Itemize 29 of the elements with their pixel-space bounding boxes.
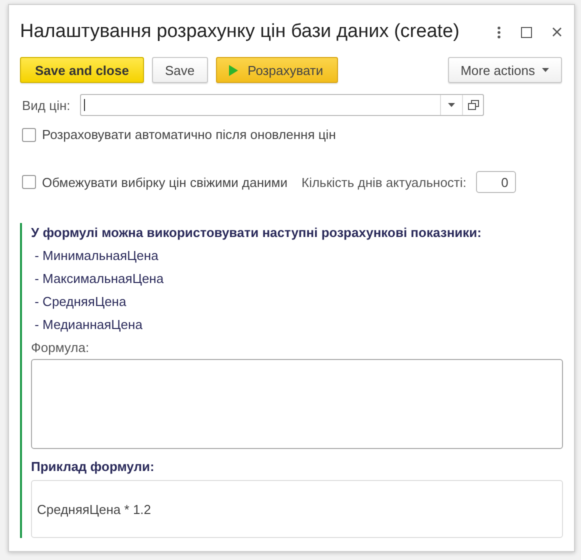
days-field[interactable]: 0	[476, 171, 516, 193]
checkbox[interactable]	[22, 128, 36, 142]
indicator-item: - МедианнаяЦена	[34, 317, 144, 332]
field-label: Вид цін:	[22, 98, 70, 112]
maximize-icon[interactable]	[521, 26, 532, 38]
close-icon[interactable]	[552, 27, 562, 37]
toolbar-button[interactable]: Save and close	[20, 57, 144, 83]
more-actions-button[interactable]: More actions	[448, 57, 562, 83]
section-heading: У формулі можна використовувати наступні розрахункові показники:	[31, 225, 482, 240]
toolbar-button[interactable]: Розрахувати	[216, 57, 338, 83]
indicator-item: - СредняяЦена	[34, 294, 128, 309]
price-type-field[interactable]	[80, 94, 484, 116]
open-form-icon[interactable]	[468, 100, 479, 110]
indicator-item: - МаксимальнаяЦена	[34, 271, 165, 286]
example-formula: СредняяЦена * 1.2	[31, 480, 563, 538]
indicator-item: - МинимальнаяЦена	[34, 248, 160, 263]
play-icon	[228, 64, 238, 76]
field-label: Кількість днів актуальності:	[302, 174, 466, 190]
formula-field[interactable]	[31, 359, 563, 449]
section-heading: Приклад формули:	[31, 459, 156, 474]
toolbar-button[interactable]: Save	[152, 57, 208, 83]
caret-icon	[542, 68, 549, 72]
window-title: Налаштування розрахунку цін бази даних (create)	[20, 21, 460, 43]
field-label: Формула:	[31, 340, 90, 355]
dropdown-caret-icon[interactable]	[448, 103, 456, 107]
checkbox-label: Обмежувати вибірку цін свіжими даними	[42, 174, 288, 190]
checkbox[interactable]	[22, 175, 36, 189]
more-menu-icon[interactable]	[497, 26, 501, 38]
checkbox-label: Розраховувати автоматично після оновлення цін	[42, 127, 336, 142]
